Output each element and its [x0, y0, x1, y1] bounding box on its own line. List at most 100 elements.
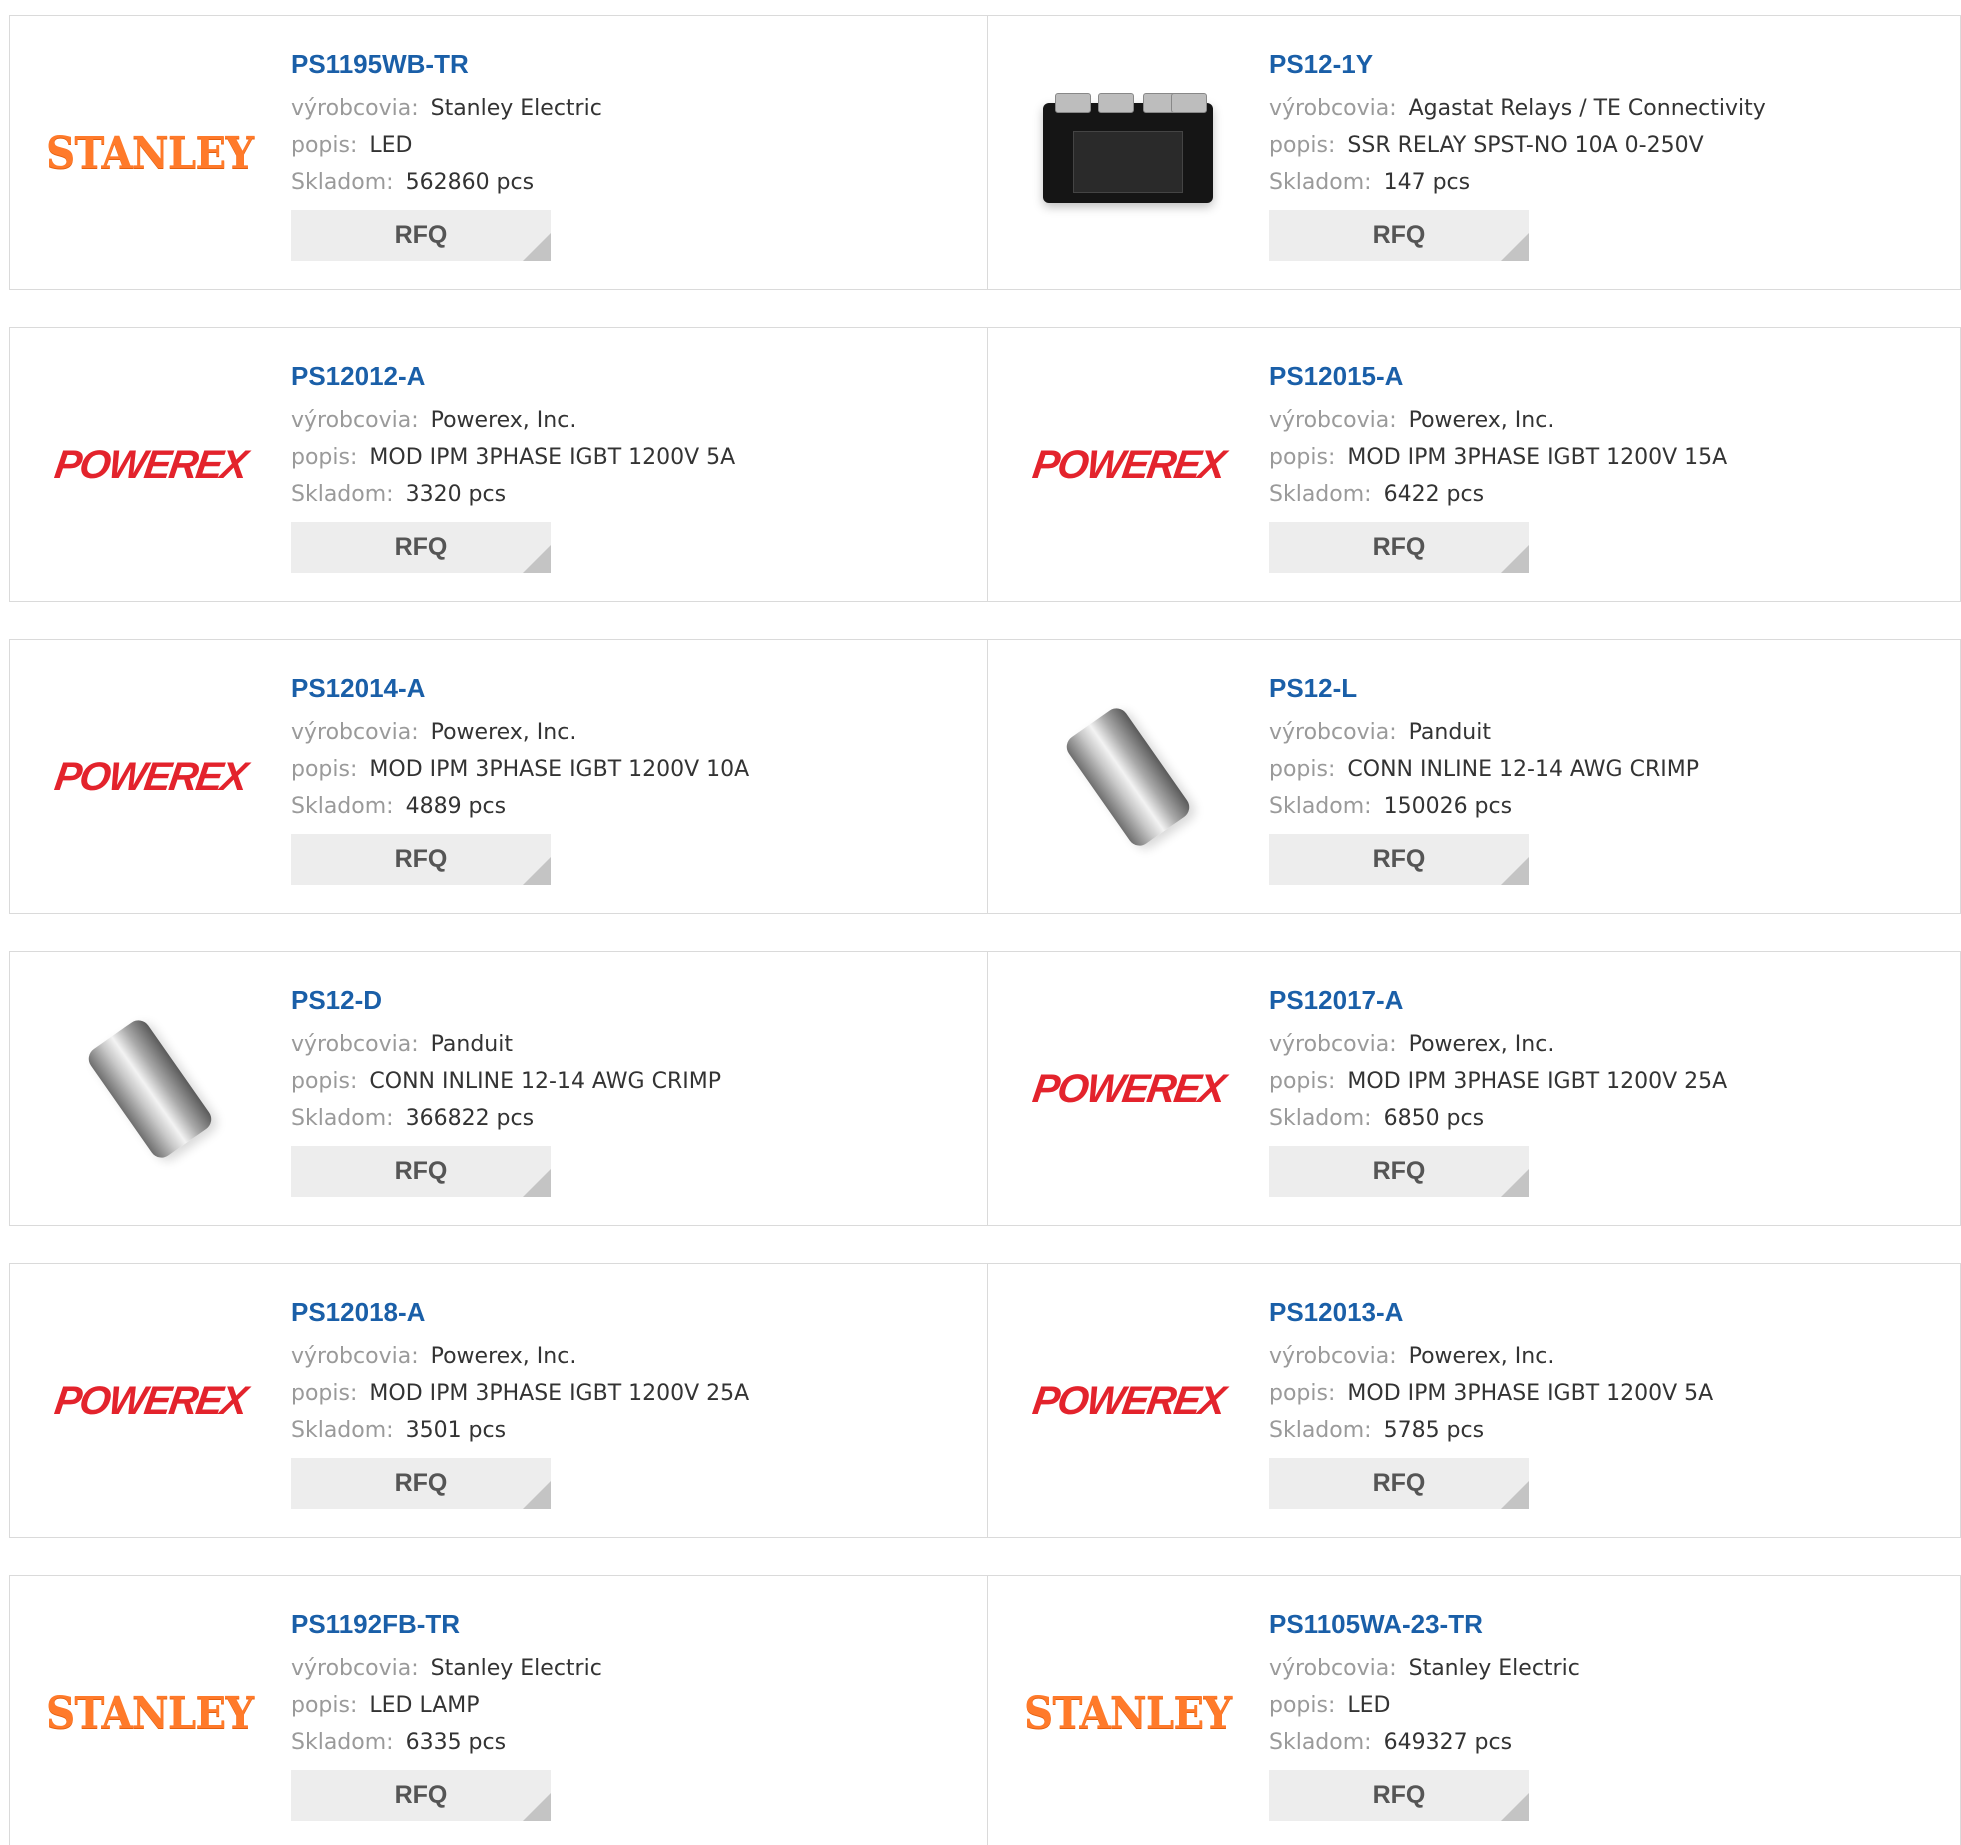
description-label: popis: [291, 757, 358, 782]
description-line: popis: MOD IPM 3PHASE IGBT 1200V 5A [291, 439, 735, 476]
product-image[interactable]: STANLEY [1024, 1613, 1232, 1813]
part-number-link[interactable]: PS1192FB-TR [291, 1606, 602, 1642]
rfq-button[interactable]: RFQ [1269, 1146, 1529, 1197]
powerex-logo: POWEREX [51, 442, 249, 487]
rfq-button[interactable]: RFQ [1269, 210, 1529, 261]
description-label: popis: [1269, 445, 1336, 470]
powerex-logo: POWEREX [1029, 1378, 1227, 1423]
relay-photo [1043, 93, 1213, 203]
manufacturer-line: výrobcovia: Stanley Electric [291, 1650, 602, 1687]
powerex-logo: POWEREX [1029, 1066, 1227, 1111]
manufacturer-value: Panduit [1408, 720, 1491, 745]
rfq-label: RFQ [394, 1781, 448, 1809]
stock-line: Skladom: 3320 pcs [291, 476, 735, 513]
rfq-button[interactable]: RFQ [291, 1458, 551, 1509]
part-number-link[interactable]: PS12018-A [291, 1294, 749, 1330]
stock-value: 6422 pcs [1383, 482, 1485, 507]
part-number-link[interactable]: PS12017-A [1269, 982, 1727, 1018]
rfq-button[interactable]: RFQ [1269, 1770, 1529, 1821]
stock-value: 4889 pcs [405, 794, 507, 819]
product-info: PS1195WB-TR výrobcovia: Stanley Electric … [291, 46, 602, 261]
product-image[interactable]: POWEREX [50, 365, 250, 565]
manufacturer-value: Powerex, Inc. [1408, 1344, 1555, 1369]
product-image[interactable]: POWEREX [1028, 1301, 1228, 1501]
description-line: popis: MOD IPM 3PHASE IGBT 1200V 5A [1269, 1375, 1713, 1412]
manufacturer-label: výrobcovia: [1269, 1656, 1397, 1681]
powerex-logo: POWEREX [51, 754, 249, 799]
rfq-button[interactable]: RFQ [1269, 834, 1529, 885]
description-line: popis: CONN INLINE 12-14 AWG CRIMP [291, 1063, 721, 1100]
corner-triangle-icon [1501, 1169, 1529, 1197]
part-number-link[interactable]: PS12013-A [1269, 1294, 1713, 1330]
stock-value: 5785 pcs [1383, 1418, 1485, 1443]
part-number-link[interactable]: PS12014-A [291, 670, 749, 706]
product-image[interactable]: STANLEY [46, 1613, 254, 1813]
part-number-link[interactable]: PS12-D [291, 982, 721, 1018]
product-card: STANLEY PS1192FB-TR výrobcovia: Stanley E… [10, 1576, 988, 1845]
rfq-button[interactable]: RFQ [1269, 522, 1529, 573]
product-info: PS1192FB-TR výrobcovia: Stanley Electric … [291, 1606, 602, 1821]
description-value: CONN INLINE 12-14 AWG CRIMP [1347, 757, 1699, 782]
corner-triangle-icon [523, 1481, 551, 1509]
rfq-button[interactable]: RFQ [291, 1146, 551, 1197]
manufacturer-label: výrobcovia: [1269, 1032, 1397, 1057]
part-number-link[interactable]: PS12015-A [1269, 358, 1727, 394]
product-image[interactable]: POWEREX [1028, 365, 1228, 565]
product-image[interactable]: POWEREX [50, 1301, 250, 1501]
rfq-button[interactable]: RFQ [1269, 1458, 1529, 1509]
part-number-link[interactable]: PS1105WA-23-TR [1269, 1606, 1580, 1642]
description-line: popis: MOD IPM 3PHASE IGBT 1200V 25A [1269, 1063, 1727, 1100]
stock-label: Skladom: [1269, 1418, 1372, 1443]
manufacturer-value: Powerex, Inc. [430, 408, 577, 433]
manufacturer-line: výrobcovia: Powerex, Inc. [291, 402, 735, 439]
stock-value: 562860 pcs [405, 170, 535, 195]
powerex-logo: POWEREX [51, 1378, 249, 1423]
part-number-link[interactable]: PS12012-A [291, 358, 735, 394]
rfq-button[interactable]: RFQ [291, 210, 551, 261]
product-card: POWEREX PS12015-A výrobcovia: Powerex, In… [988, 328, 1961, 601]
stanley-logo: STANLEY [46, 1687, 254, 1739]
product-image[interactable] [1028, 53, 1228, 253]
product-info: PS12018-A výrobcovia: Powerex, Inc. popis… [291, 1294, 749, 1509]
rfq-button[interactable]: RFQ [291, 522, 551, 573]
corner-triangle-icon [1501, 1481, 1529, 1509]
part-number-link[interactable]: PS12-L [1269, 670, 1699, 706]
description-line: popis: MOD IPM 3PHASE IGBT 1200V 25A [291, 1375, 749, 1412]
stanley-logo: STANLEY [46, 127, 254, 179]
manufacturer-value: Powerex, Inc. [430, 1344, 577, 1369]
product-image[interactable]: STANLEY [46, 53, 254, 253]
corner-triangle-icon [523, 233, 551, 261]
rfq-button[interactable]: RFQ [291, 834, 551, 885]
part-number-link[interactable]: PS1195WB-TR [291, 46, 602, 82]
stock-value: 366822 pcs [405, 1106, 535, 1131]
stock-label: Skladom: [1269, 482, 1372, 507]
stock-label: Skladom: [291, 1730, 394, 1755]
corner-triangle-icon [1501, 1793, 1529, 1821]
product-card: POWEREX PS12017-A výrobcovia: Powerex, In… [988, 952, 1961, 1225]
description-line: popis: SSR RELAY SPST-NO 10A 0-250V [1269, 127, 1766, 164]
stock-value: 649327 pcs [1383, 1730, 1513, 1755]
description-line: popis: MOD IPM 3PHASE IGBT 1200V 15A [1269, 439, 1727, 476]
rfq-label: RFQ [394, 1157, 448, 1185]
description-label: popis: [1269, 1381, 1336, 1406]
product-row: STANLEY PS1192FB-TR výrobcovia: Stanley E… [9, 1575, 1961, 1845]
manufacturer-value: Stanley Electric [430, 96, 602, 121]
product-image[interactable] [50, 989, 250, 1189]
stock-line: Skladom: 147 pcs [1269, 164, 1766, 201]
product-image[interactable] [1028, 677, 1228, 877]
part-number-link[interactable]: PS12-1Y [1269, 46, 1766, 82]
stock-value: 150026 pcs [1383, 794, 1513, 819]
stock-label: Skladom: [291, 794, 394, 819]
manufacturer-value: Powerex, Inc. [430, 720, 577, 745]
product-image[interactable]: POWEREX [1028, 989, 1228, 1189]
description-label: popis: [1269, 133, 1336, 158]
stock-line: Skladom: 3501 pcs [291, 1412, 749, 1449]
rfq-label: RFQ [394, 1469, 448, 1497]
manufacturer-label: výrobcovia: [1269, 720, 1397, 745]
product-image[interactable]: POWEREX [50, 677, 250, 877]
rfq-button[interactable]: RFQ [291, 1770, 551, 1821]
manufacturer-line: výrobcovia: Powerex, Inc. [291, 714, 749, 751]
relay-label-plate [1073, 131, 1183, 193]
description-value: MOD IPM 3PHASE IGBT 1200V 10A [369, 757, 750, 782]
product-card: POWEREX PS12013-A výrobcovia: Powerex, In… [988, 1264, 1961, 1537]
